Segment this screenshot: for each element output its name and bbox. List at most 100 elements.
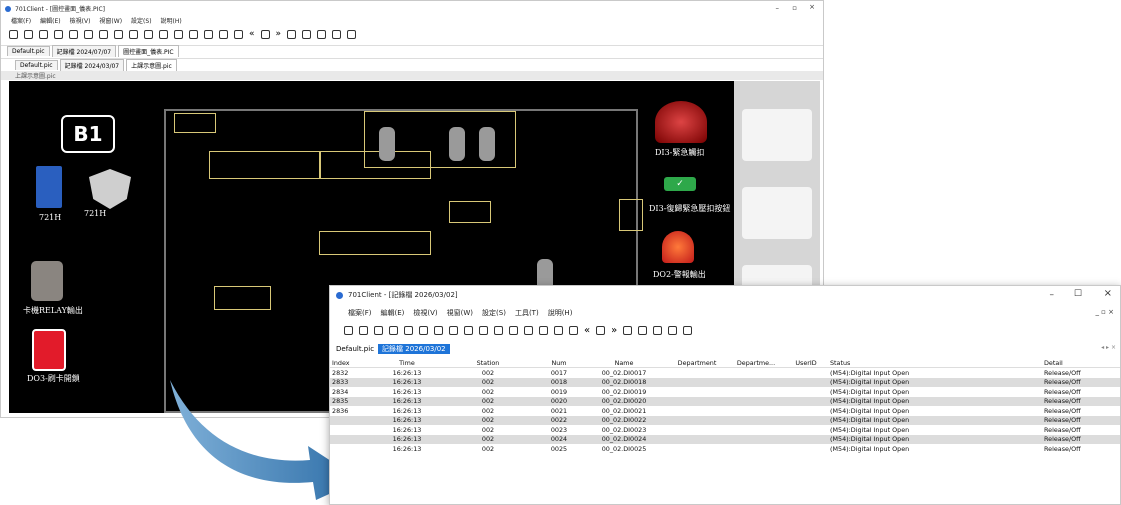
filter-icon[interactable] xyxy=(189,29,198,39)
settings-icon[interactable] xyxy=(569,325,578,335)
back-menu-window[interactable]: 視窗(W) xyxy=(99,16,122,25)
col-status[interactable]: Status xyxy=(828,358,1042,368)
back-tab-default-2[interactable]: Default.pic xyxy=(15,60,58,70)
controller-device-icon[interactable] xyxy=(36,166,62,208)
calendar-icon[interactable] xyxy=(389,325,398,335)
search-icon[interactable] xyxy=(260,29,270,39)
menu-help[interactable]: 說明(H) xyxy=(548,308,573,318)
check-icon[interactable] xyxy=(509,325,518,335)
col-userid[interactable]: UserID xyxy=(784,358,828,368)
calendar-icon[interactable] xyxy=(54,29,63,39)
refresh-icon[interactable] xyxy=(24,29,33,39)
menu-settings[interactable]: 設定(S) xyxy=(482,308,506,318)
col-name[interactable]: Name xyxy=(582,358,666,368)
col-num[interactable]: Num xyxy=(536,358,582,368)
menu-view[interactable]: 檢視(V) xyxy=(413,308,437,318)
monitor-icon[interactable] xyxy=(653,325,663,335)
table-row[interactable]: 2836 16:26:13 002 0021 00_02.DI0021 (M54):Dig… xyxy=(330,406,1120,416)
image-icon[interactable] xyxy=(539,325,548,335)
tool-icon[interactable] xyxy=(302,29,312,39)
open-icon[interactable] xyxy=(39,29,48,39)
menu-tools[interactable]: 工具(T) xyxy=(515,308,539,318)
monitor-icon[interactable] xyxy=(317,29,327,39)
table-row[interactable]: 2833 16:26:13 002 0018 00_02.DI0018 (M54):Dig… xyxy=(330,377,1120,387)
print-icon[interactable] xyxy=(344,325,353,335)
back-tab-log-2[interactable]: 記錄檔 2024/03/07 xyxy=(59,59,125,71)
history-icon[interactable] xyxy=(287,29,297,39)
col-department[interactable]: Department xyxy=(666,358,728,368)
table-row[interactable]: 16:26:13 002 0025 00_02.DI0025 (M54):Digital… xyxy=(330,444,1120,454)
mdi-controls[interactable]: _ ▫ × xyxy=(1095,308,1114,316)
col-detail[interactable]: Detail xyxy=(1042,358,1120,368)
record-icon[interactable] xyxy=(332,29,342,39)
undo-icon[interactable] xyxy=(69,29,78,39)
tab-default[interactable]: Default.pic xyxy=(332,345,378,353)
report-icon[interactable] xyxy=(479,325,488,335)
table-row[interactable]: 2835 16:26:13 002 0020 00_02.DI0020 (M54):Dig… xyxy=(330,396,1120,406)
open-icon[interactable] xyxy=(374,325,383,335)
forward-icon[interactable]: » xyxy=(276,29,282,39)
back-menu-view[interactable]: 檢視(V) xyxy=(70,16,91,25)
side-card[interactable] xyxy=(742,109,812,161)
minimize-button[interactable]: – xyxy=(1050,290,1055,300)
back-menu-edit[interactable]: 編輯(E) xyxy=(40,16,60,25)
close-button[interactable]: × xyxy=(1104,288,1112,299)
back-menu-file[interactable]: 檔案(F) xyxy=(11,16,31,25)
rewind-icon[interactable]: « xyxy=(249,29,255,39)
menu-window[interactable]: 視窗(W) xyxy=(447,308,473,318)
col-index[interactable]: Index xyxy=(330,358,374,368)
menu-file[interactable]: 檔案(F) xyxy=(348,308,372,318)
forward-icon[interactable]: » xyxy=(611,325,617,336)
table-icon[interactable] xyxy=(419,325,428,335)
panel-icon[interactable] xyxy=(683,325,693,335)
user-icon[interactable] xyxy=(449,325,458,335)
side-card[interactable] xyxy=(742,187,812,239)
back-tab-class-2[interactable]: 上課示意圖.pic xyxy=(126,59,177,71)
table-row[interactable]: 16:26:13 002 0023 00_02.DI0023 (M54):Digital… xyxy=(330,425,1120,435)
back-tab-gauge-1[interactable]: 圖控畫面_儀表.PIC xyxy=(118,44,179,57)
back-menu-settings[interactable]: 設定(S) xyxy=(131,16,152,25)
download-icon[interactable] xyxy=(554,325,563,335)
back-menu-help[interactable]: 說明(H) xyxy=(161,16,182,25)
chart-icon[interactable] xyxy=(99,29,108,39)
filter-icon[interactable] xyxy=(524,325,533,335)
col-time[interactable]: Time xyxy=(374,358,440,368)
card-reader-icon[interactable] xyxy=(31,261,63,301)
reset-check-button[interactable]: ✓ xyxy=(664,177,696,191)
user-icon[interactable] xyxy=(114,29,123,39)
col-department2[interactable]: Departme... xyxy=(728,358,784,368)
door-icon[interactable] xyxy=(464,325,473,335)
col-station[interactable]: Station xyxy=(440,358,536,368)
undo-icon[interactable] xyxy=(404,325,413,335)
settings-icon[interactable] xyxy=(234,29,243,39)
maximize-button[interactable]: ☐ xyxy=(1074,289,1082,299)
back-minimize-button[interactable]: – xyxy=(776,4,780,12)
report-icon[interactable] xyxy=(144,29,153,39)
back-tab-default-1[interactable]: Default.pic xyxy=(7,45,50,56)
history-icon[interactable] xyxy=(623,325,633,335)
rewind-icon[interactable]: « xyxy=(584,325,590,336)
emergency-button-icon[interactable] xyxy=(655,101,707,143)
siren-icon[interactable] xyxy=(662,231,694,263)
table-row[interactable]: 2832 16:26:13 002 0017 00_02.DI0017 (M54):Dig… xyxy=(330,368,1120,378)
tab-scroll-buttons[interactable]: ◂ ▸ × xyxy=(1101,344,1116,351)
print-icon[interactable] xyxy=(9,29,18,39)
panel-icon[interactable] xyxy=(347,29,357,39)
clock-icon[interactable] xyxy=(159,29,168,39)
table-row[interactable]: 16:26:13 002 0022 00_02.DI0022 (M54):Digital… xyxy=(330,415,1120,425)
back-tab-log-1[interactable]: 記錄檔 2024/07/07 xyxy=(51,44,117,57)
back-close-button[interactable]: × xyxy=(809,3,815,11)
back-restore-button[interactable]: ▫ xyxy=(792,4,797,12)
lock-shield-icon[interactable] xyxy=(89,169,131,209)
table-row[interactable]: 16:26:13 002 0024 00_02.DI0024 (M54):Digital… xyxy=(330,434,1120,444)
download-icon[interactable] xyxy=(219,29,228,39)
table-row[interactable]: 2834 16:26:13 002 0019 00_02.DI0019 (M54):Dig… xyxy=(330,387,1120,397)
refresh-icon[interactable] xyxy=(359,325,368,335)
check-icon[interactable] xyxy=(174,29,183,39)
chart-icon[interactable] xyxy=(434,325,443,335)
tab-log[interactable]: 記錄檔 2026/03/02 xyxy=(378,343,450,354)
door-unlock-button[interactable] xyxy=(32,329,66,371)
search-icon[interactable] xyxy=(596,325,606,335)
clock-icon[interactable] xyxy=(494,325,503,335)
table-icon[interactable] xyxy=(84,29,93,39)
